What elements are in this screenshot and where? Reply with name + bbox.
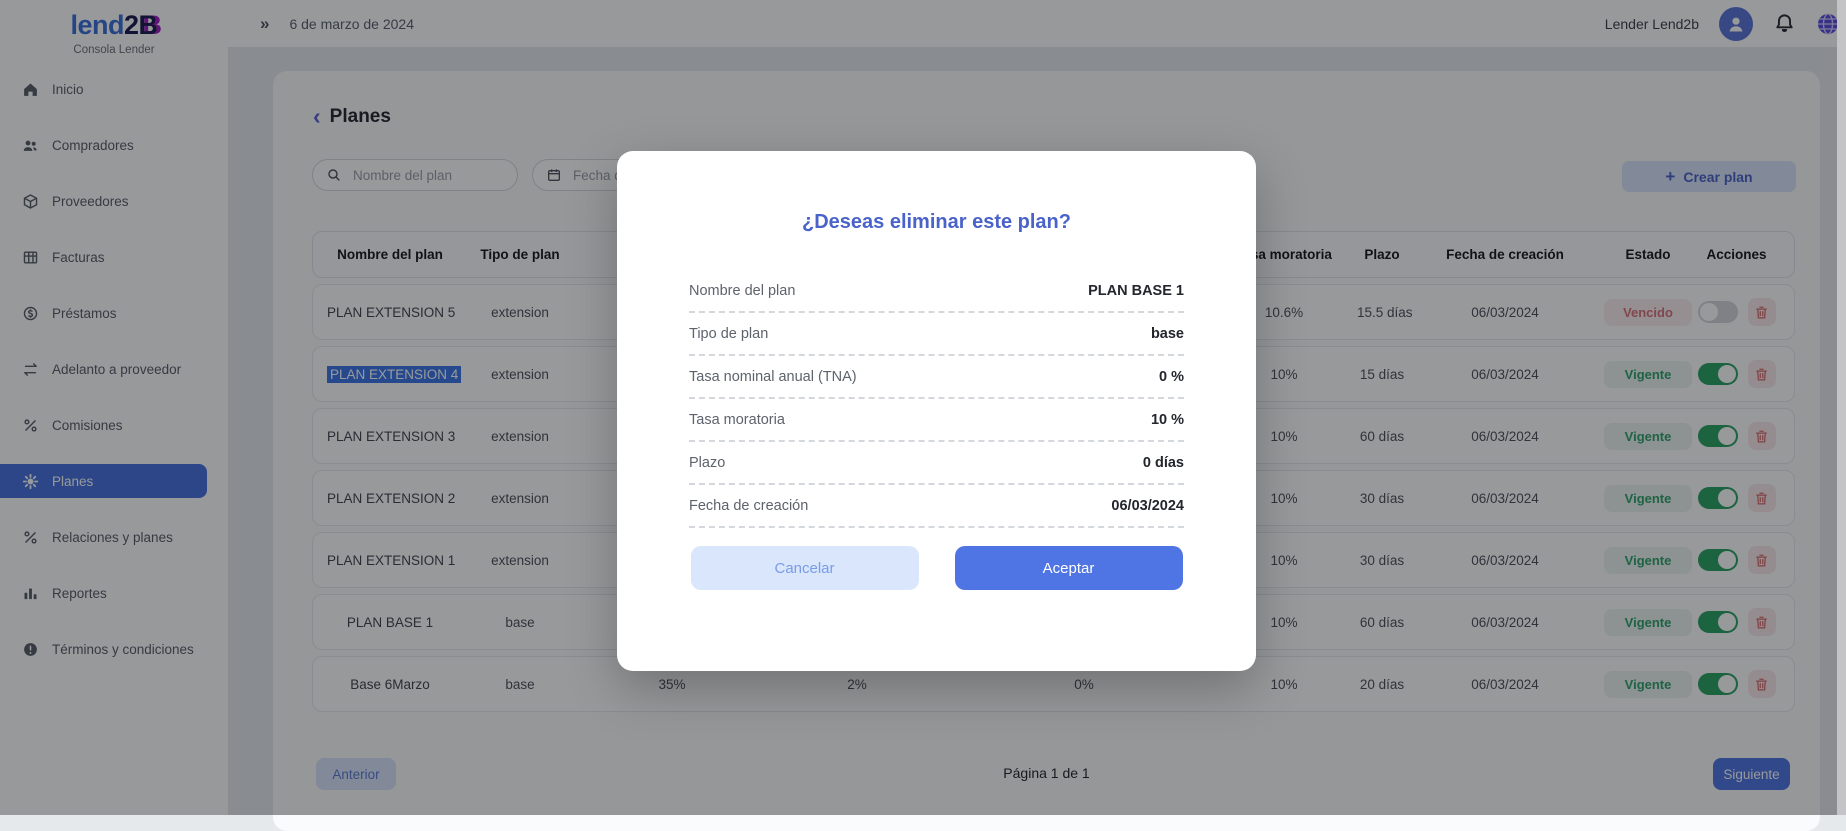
modal-field-value: 0 días xyxy=(1143,455,1184,471)
cancel-button[interactable]: Cancelar xyxy=(691,546,919,590)
page-scrollbar[interactable] xyxy=(1837,0,1846,815)
modal-field-value: 10 % xyxy=(1151,412,1184,428)
modal-field-value: base xyxy=(1151,326,1184,342)
modal-field-row: Nombre del plan PLAN BASE 1 xyxy=(689,270,1184,313)
modal-field-row: Fecha de creación 06/03/2024 xyxy=(689,485,1184,528)
modal-field-label: Nombre del plan xyxy=(689,283,795,299)
modal-field-row: Tipo de plan base xyxy=(689,313,1184,356)
modal-field-row: Plazo 0 días xyxy=(689,442,1184,485)
modal-field-label: Tasa nominal anual (TNA) xyxy=(689,369,857,385)
modal-field-label: Tasa moratoria xyxy=(689,412,785,428)
modal-field-row: Tasa moratoria 10 % xyxy=(689,399,1184,442)
modal-field-label: Tipo de plan xyxy=(689,326,768,342)
modal-field-label: Fecha de creación xyxy=(689,498,808,514)
modal-title: ¿Deseas eliminar este plan? xyxy=(617,211,1256,234)
modal-field-value: 0 % xyxy=(1159,369,1184,385)
modal-field-label: Plazo xyxy=(689,455,725,471)
modal-field-value: 06/03/2024 xyxy=(1111,498,1184,514)
modal-fields: Nombre del plan PLAN BASE 1 Tipo de plan ba… xyxy=(689,270,1184,528)
modal-actions: Cancelar Aceptar xyxy=(617,546,1256,590)
modal-field-value: PLAN BASE 1 xyxy=(1088,283,1184,299)
delete-plan-modal: ¿Deseas eliminar este plan? Nombre del p… xyxy=(617,151,1256,671)
app: { "colors": { "accent": "#4f74e3", "acce… xyxy=(0,0,1846,815)
modal-field-row: Tasa nominal anual (TNA) 0 % xyxy=(689,356,1184,399)
accept-button[interactable]: Aceptar xyxy=(955,546,1183,590)
